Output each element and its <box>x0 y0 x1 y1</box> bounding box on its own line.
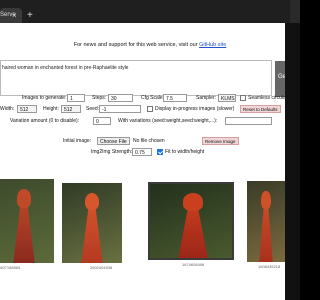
initial-image-label: Initial image: <box>63 138 92 144</box>
initial-image-row: Initial image: Choose File No file chose… <box>0 137 300 146</box>
prompt-input[interactable]: haired woman in enchanted forest in pre-… <box>0 60 272 96</box>
width-label: Width: <box>0 106 15 112</box>
gallery-image[interactable] <box>247 181 285 262</box>
options-row-2: Width: 512 Height: 512 Seed: -1 Display … <box>0 105 300 114</box>
steps-label: Steps: <box>92 95 107 101</box>
window-edge-right <box>285 23 300 300</box>
close-tab-icon[interactable]: × <box>12 8 17 23</box>
progress-label: Display in-progress images (slower) <box>155 106 235 112</box>
gallery-caption: 1674608498 <box>182 262 205 267</box>
gallery-image[interactable] <box>62 183 122 263</box>
new-tab-icon[interactable]: + <box>27 8 33 23</box>
no-file-text: No file chosen <box>133 138 165 144</box>
gallery-image[interactable] <box>148 182 234 260</box>
fit-label: Fit to width/height <box>165 149 205 155</box>
width-select[interactable]: 512 <box>17 105 37 113</box>
variation-label: Variation amount (0 to disable): <box>10 118 80 124</box>
choose-file-button[interactable]: Choose File <box>97 137 130 145</box>
images-input[interactable]: 1 <box>67 94 85 102</box>
hair-shape <box>182 193 204 211</box>
strength-input[interactable]: 0.75 <box>132 148 152 156</box>
cfg-input[interactable]: 7.5 <box>163 94 187 102</box>
with-variations-input[interactable] <box>225 117 272 125</box>
seed-label: Seed: <box>86 106 100 112</box>
variation-input[interactable]: 0 <box>93 117 111 125</box>
sampler-select[interactable]: KLMS <box>218 94 236 102</box>
progress-checkbox[interactable] <box>147 106 153 112</box>
steps-input[interactable]: 30 <box>108 94 133 102</box>
remove-image-button[interactable]: Remove Image <box>202 137 239 145</box>
strength-label: Img2Img Strength: <box>91 149 133 155</box>
options-row-1: Images to generate: 1 Steps: 30 Cfg Scal… <box>0 94 300 103</box>
github-link[interactable]: GitHub site <box>199 42 226 48</box>
fit-checkbox[interactable] <box>157 149 163 155</box>
height-label: Height: <box>43 106 59 112</box>
gallery-caption: 1608435218 <box>258 264 281 269</box>
browser-tab[interactable]: Serve <box>0 8 22 23</box>
cfg-label: Cfg Scale: <box>141 95 165 101</box>
gallery-caption: 2602404938 <box>90 265 113 270</box>
notice-text: For news and support for this web servic… <box>73 42 200 48</box>
hair-shape <box>261 190 271 209</box>
reset-defaults-button[interactable]: Reset to Defaults <box>240 105 281 113</box>
strength-row: Img2Img Strength: 0.75 Fit to width/heig… <box>0 148 300 157</box>
gallery-image[interactable] <box>0 179 54 263</box>
options-row-3: Variation amount (0 to disable): 0 With … <box>0 117 300 126</box>
browser-tab-bar: Serve × + <box>0 0 300 23</box>
seamless-checkbox[interactable] <box>240 95 246 101</box>
height-select[interactable]: 512 <box>61 105 81 113</box>
support-notice: For news and support for this web servic… <box>0 42 300 48</box>
web-page: For news and support for this web servic… <box>0 23 300 300</box>
gallery-caption: 1807168565 <box>0 265 21 270</box>
images-label: Images to generate: <box>22 95 67 101</box>
window-edge <box>290 0 300 23</box>
hair-shape <box>84 192 100 211</box>
sampler-label: Sampler: <box>196 95 217 101</box>
seed-input[interactable]: -1 <box>99 105 141 113</box>
hair-shape <box>16 189 32 208</box>
with-variations-label: With variations (seed:weight,seed:weight… <box>118 118 218 124</box>
